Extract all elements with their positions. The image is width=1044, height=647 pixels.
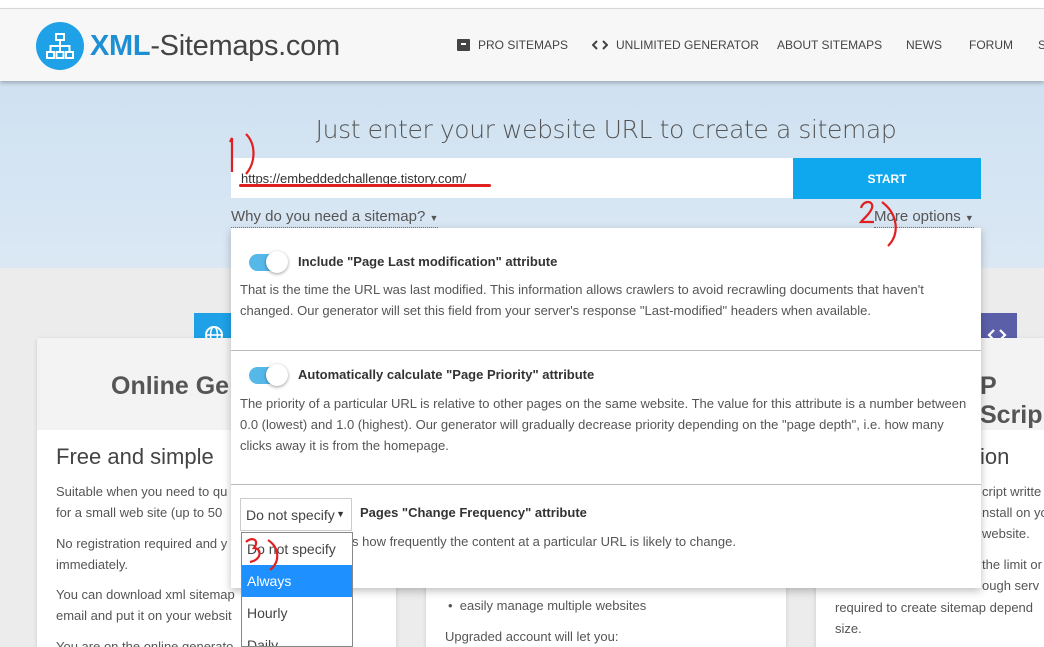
card-text: Upgraded account will let you: bbox=[445, 629, 619, 644]
option-description: That is the time the URL was last modifi… bbox=[240, 282, 924, 318]
more-options-link[interactable]: More options ▼ bbox=[874, 208, 974, 228]
start-button[interactable]: START bbox=[793, 158, 981, 199]
caret-down-icon: ▼ bbox=[964, 213, 974, 223]
nav-unlimited-generator[interactable]: UNLIMITED GENERATOR bbox=[592, 38, 759, 52]
url-input[interactable]: https://embeddedchallenge.tistory.com/ bbox=[231, 158, 793, 198]
code-icon bbox=[592, 40, 608, 50]
site-header: XML-Sitemaps.com PRO SITEMAPS UNLIMITED … bbox=[0, 9, 1044, 81]
card-subtitle: ion bbox=[980, 444, 1010, 469]
box-icon bbox=[457, 39, 470, 51]
card-text: the limit or ough serv bbox=[982, 557, 1042, 593]
option-title: Include "Page Last modification" attribu… bbox=[298, 254, 558, 269]
option-page-priority: Automatically calculate "Page Priority" … bbox=[231, 351, 981, 485]
option-title: Pages "Change Frequency" attribute bbox=[360, 505, 587, 520]
nav-pro-sitemaps[interactable]: PRO SITEMAPS bbox=[457, 38, 568, 52]
dropdown-option[interactable]: Do not specify bbox=[242, 533, 352, 565]
card-text: Suitable when you need to qu for a small … bbox=[56, 484, 228, 520]
card-text: required to create sitemap depend size. bbox=[835, 600, 1034, 636]
nav-news[interactable]: NEWS bbox=[906, 38, 942, 52]
nav-about-sitemaps[interactable]: ABOUT SITEMAPS bbox=[777, 38, 882, 52]
sitemap-logo-icon bbox=[36, 22, 84, 70]
nav-forum[interactable]: FORUM bbox=[969, 38, 1013, 52]
page-priority-toggle[interactable] bbox=[249, 364, 288, 386]
dropdown-option[interactable]: Daily bbox=[242, 629, 352, 646]
change-frequency-dropdown: Do not specify Always Hourly Daily bbox=[241, 532, 353, 647]
card-text: You are on the online generato bbox=[56, 639, 234, 647]
card-text: No registration required and y immediatel… bbox=[56, 536, 228, 572]
site-logo[interactable]: XML-Sitemaps.com bbox=[36, 22, 340, 70]
dropdown-option-highlighted[interactable]: Always bbox=[242, 565, 352, 597]
nav-truncated[interactable]: S bbox=[1038, 38, 1044, 52]
dropdown-option[interactable]: Hourly bbox=[242, 597, 352, 629]
card-title: P Scrip bbox=[980, 372, 1043, 429]
option-description: s how frequently the content at a partic… bbox=[352, 534, 736, 549]
list-item: • easily manage multiple websites bbox=[448, 598, 647, 613]
card-subtitle: Free and simple bbox=[56, 444, 214, 469]
last-modification-toggle[interactable] bbox=[249, 251, 288, 273]
caret-down-icon: ▼ bbox=[336, 509, 345, 519]
card-title: Online Ge bbox=[111, 372, 230, 400]
option-description: The priority of a particular URL is rela… bbox=[240, 396, 967, 453]
logo-text: XML-Sitemaps.com bbox=[90, 29, 340, 62]
browser-top-edge bbox=[0, 0, 1044, 9]
option-title: Automatically calculate "Page Priority" … bbox=[298, 367, 595, 382]
why-sitemap-link[interactable]: Why do you need a sitemap? ▼ bbox=[231, 208, 439, 228]
card-text: You can download xml sitemap email and pu… bbox=[56, 587, 235, 623]
card-text: cript writte nstall on yo website. bbox=[982, 484, 1044, 541]
hero-title: Just enter your website URL to create a … bbox=[315, 115, 897, 144]
annotation-underline bbox=[239, 184, 491, 187]
caret-down-icon: ▼ bbox=[429, 213, 439, 223]
option-last-modification: Include "Page Last modification" attribu… bbox=[231, 228, 981, 351]
change-frequency-select[interactable]: Do not specify ▼ bbox=[240, 498, 352, 531]
